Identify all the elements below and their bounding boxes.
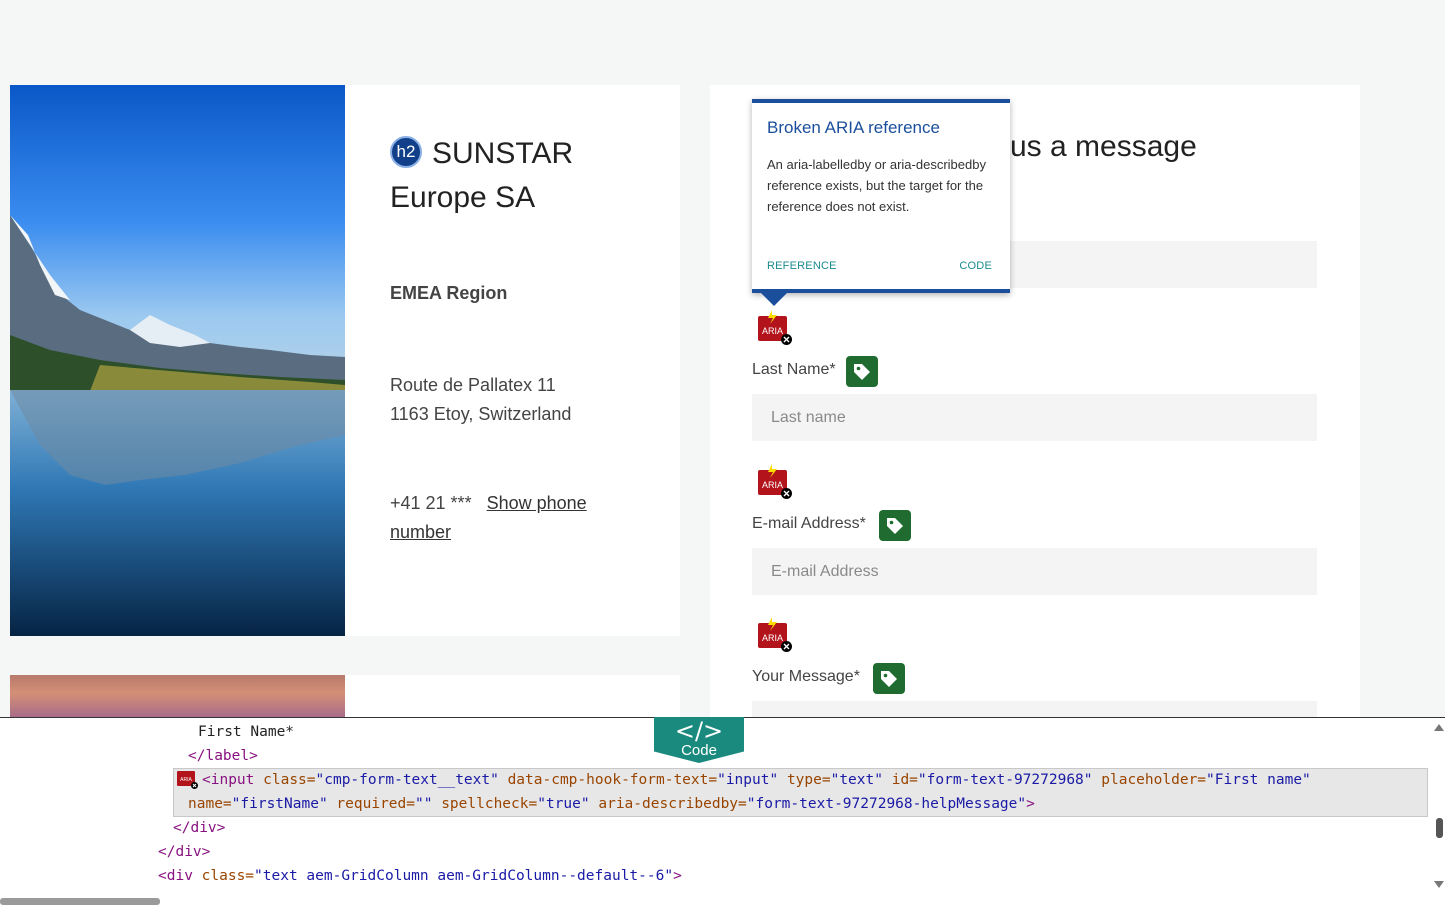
- svg-text:ARIA: ARIA: [180, 777, 192, 783]
- code-line: </label>: [188, 748, 258, 764]
- tooltip-body: An aria-labelledby or aria-describedby r…: [767, 157, 986, 214]
- svg-text:ARIA: ARIA: [762, 326, 783, 336]
- tag-icon[interactable]: [879, 510, 911, 541]
- phone: +41 21 *** Show phone number: [390, 489, 590, 547]
- contact-card-second: [10, 675, 680, 720]
- sunset-image: [10, 675, 345, 720]
- aria-warning-icon[interactable]: ARIA: [758, 464, 792, 500]
- code-line: name="firstName" required="" spellcheck=…: [188, 796, 1035, 812]
- code-line: <div class="text aem-GridColumn aem-Grid…: [158, 868, 682, 884]
- h2-heading-icon[interactable]: h2: [390, 136, 422, 169]
- aria-error-tooltip: Broken ARIA reference An aria-labelledby…: [752, 99, 1010, 293]
- region-label: EMEA Region: [390, 283, 508, 303]
- mountain-lake-image: [10, 85, 345, 636]
- tooltip-arrow: [761, 293, 787, 306]
- address-line-1: Route de Pallatex 11: [390, 375, 556, 395]
- contact-card: h2 SUNSTAR Europe SA EMEA Region Route de…: [10, 85, 680, 636]
- message-label: Your Message*: [752, 668, 860, 685]
- code-icon: </>: [674, 717, 724, 745]
- horizontal-scrollbar[interactable]: [0, 898, 160, 905]
- tag-icon[interactable]: [846, 356, 878, 387]
- tag-icon[interactable]: [873, 663, 905, 694]
- tooltip-links: REFERENCE CODE: [767, 260, 992, 272]
- company-heading: h2 SUNSTAR Europe SA: [390, 132, 670, 220]
- mountain-illustration: [10, 215, 345, 636]
- svg-text:ARIA: ARIA: [762, 633, 783, 643]
- phone-number: +41 21 ***: [390, 493, 472, 513]
- reference-link[interactable]: REFERENCE: [767, 260, 837, 272]
- form-title: us a message: [1010, 130, 1197, 163]
- svg-text:ARIA: ARIA: [762, 480, 783, 490]
- last-name-input[interactable]: [752, 394, 1317, 441]
- address: Route de Pallatex 11 1163 Etoy, Switzerl…: [390, 371, 571, 429]
- email-input[interactable]: [752, 548, 1317, 595]
- code-line: First Name*: [198, 724, 295, 740]
- email-label: E-mail Address*: [752, 515, 866, 532]
- aria-warning-icon[interactable]: ARIA: [758, 310, 792, 346]
- aria-warning-icon[interactable]: ARIA: [758, 617, 792, 653]
- code-line: </div>: [173, 820, 226, 836]
- aria-warning-icon[interactable]: ARIA: [177, 768, 199, 790]
- address-line-2: 1163 Etoy, Switzerland: [390, 404, 572, 424]
- code-link[interactable]: CODE: [959, 260, 992, 272]
- code-line: <input class="cmp-form-text__text" data-…: [202, 772, 1311, 788]
- code-line: </div>: [158, 844, 211, 860]
- vertical-scrollbar[interactable]: [1433, 720, 1445, 895]
- last-name-label: Last Name*: [752, 361, 836, 378]
- tooltip-title: Broken ARIA reference: [767, 118, 940, 137]
